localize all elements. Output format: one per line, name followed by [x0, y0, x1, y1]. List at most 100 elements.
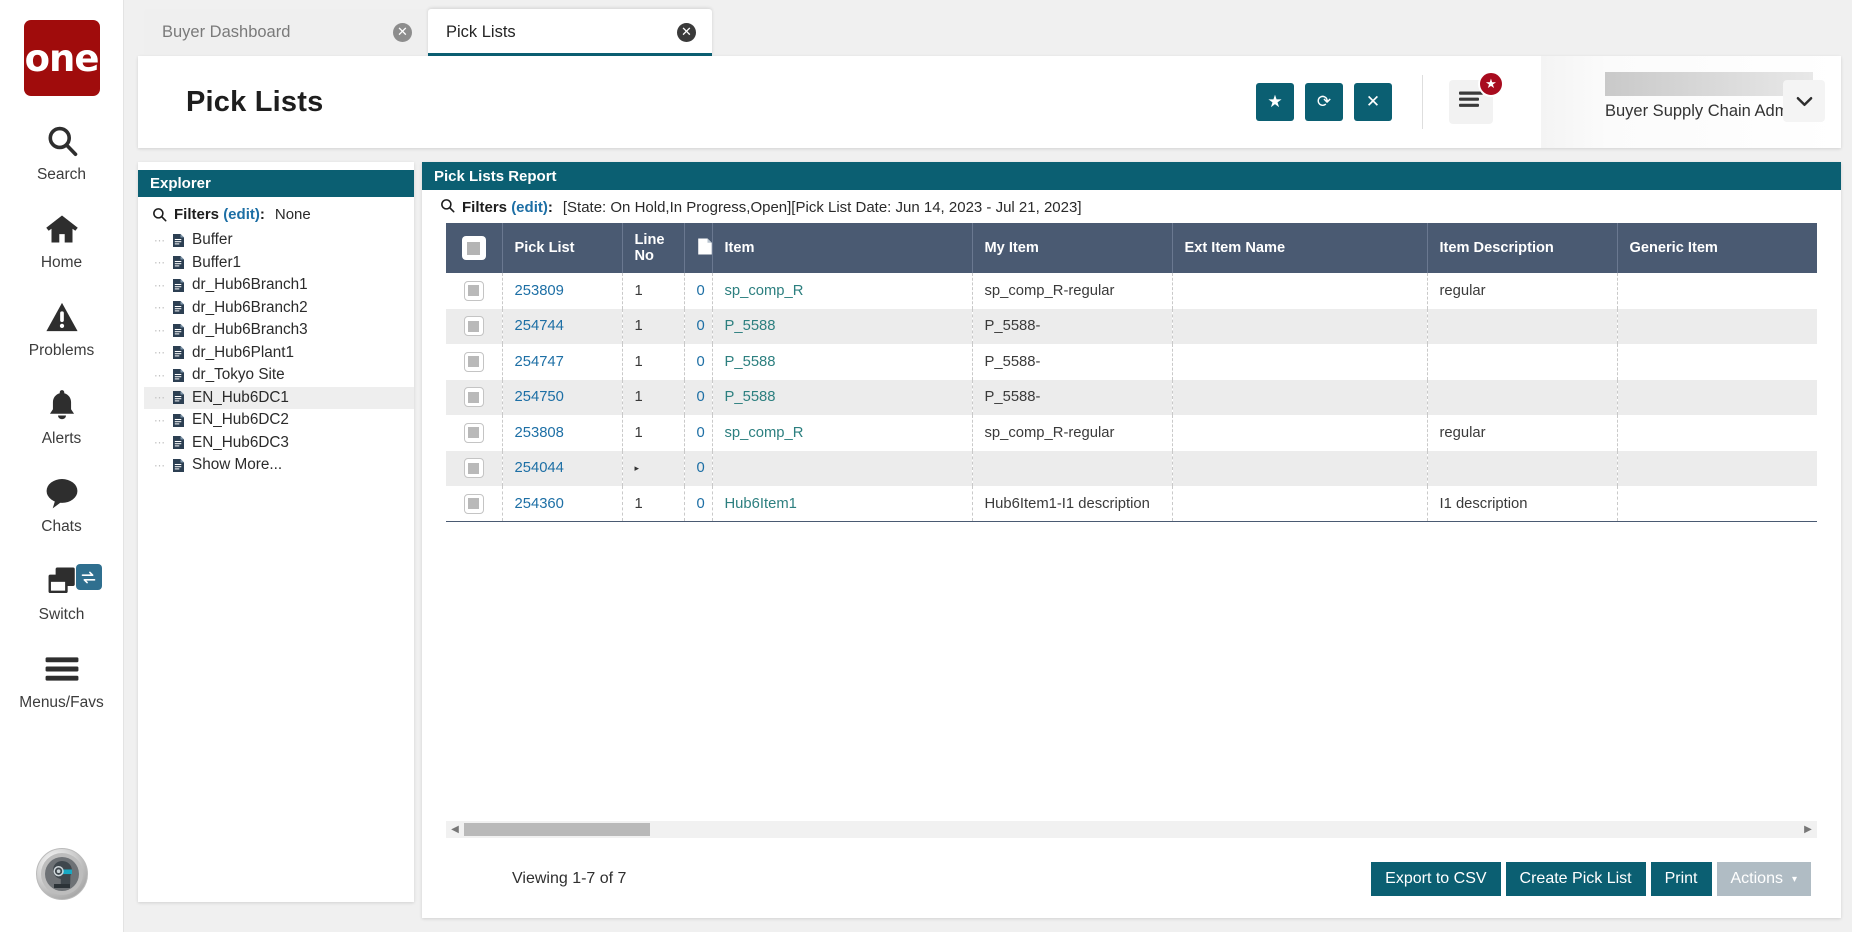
- cell-line-no: 1: [622, 344, 685, 380]
- cell-pick-list[interactable]: 254044: [502, 450, 623, 486]
- column-header-item-description[interactable]: Item Description: [1427, 223, 1618, 273]
- row-select-cell[interactable]: [446, 379, 503, 415]
- sidebar-item-switch[interactable]: Switch: [0, 560, 124, 624]
- cell-doc-count[interactable]: 0: [684, 415, 713, 451]
- explorer-filters-edit-link[interactable]: (edit): [223, 206, 260, 223]
- refresh-button[interactable]: ⟳: [1305, 83, 1343, 121]
- cell-pick-list[interactable]: 254747: [502, 344, 623, 380]
- close-button[interactable]: ✕: [1354, 83, 1392, 121]
- tree-item-dr-hub6branch1[interactable]: ⋯ dr_Hub6Branch1: [144, 274, 414, 297]
- tree-item-buffer1[interactable]: ⋯ Buffer1: [144, 252, 414, 275]
- row-checkbox[interactable]: [463, 280, 484, 301]
- robot-assistant-avatar[interactable]: [35, 848, 88, 900]
- select-all-header[interactable]: [446, 223, 503, 273]
- cell-item[interactable]: Hub6Item1: [712, 486, 973, 522]
- cell-ext-item-name: [1172, 450, 1428, 486]
- column-header-document[interactable]: [684, 223, 713, 273]
- cell-pick-list[interactable]: 254360: [502, 486, 623, 522]
- row-checkbox[interactable]: [463, 351, 484, 372]
- table-row[interactable]: 254747 1 0 P_5588 P_5588-: [446, 344, 1817, 380]
- row-checkbox[interactable]: [463, 316, 484, 337]
- menu-favorites-button[interactable]: ★: [1449, 71, 1504, 124]
- sidebar-item-problems[interactable]: Problems: [0, 296, 124, 360]
- table-row[interactable]: 253808 1 0 sp_comp_R sp_comp_R-regular r…: [446, 415, 1817, 451]
- user-block[interactable]: Buyer Supply Chain Admin: [1541, 56, 1841, 148]
- brand-logo[interactable]: one: [23, 20, 100, 96]
- row-select-cell[interactable]: [446, 415, 503, 451]
- export-to-csv-button[interactable]: Export to CSV: [1371, 862, 1501, 896]
- sidebar-item-switch-label: Switch: [38, 606, 85, 623]
- cell-item[interactable]: P_5588: [712, 308, 973, 344]
- sidebar-item-menus-favs[interactable]: Menus/Favs: [0, 648, 124, 712]
- tab-buyer-dashboard[interactable]: Buyer Dashboard ✕: [144, 9, 428, 56]
- column-header-generic-item[interactable]: Generic Item: [1617, 223, 1817, 273]
- cell-item[interactable]: P_5588: [712, 379, 973, 415]
- sidebar-item-alerts[interactable]: Alerts: [0, 384, 124, 448]
- actions-button[interactable]: Actions ▾: [1716, 862, 1811, 896]
- column-header-my-item[interactable]: My Item: [972, 223, 1173, 273]
- cell-doc-count[interactable]: 0: [684, 379, 713, 415]
- sidebar-item-chats[interactable]: Chats: [0, 472, 124, 536]
- row-checkbox[interactable]: [463, 458, 484, 479]
- swap-arrows-icon[interactable]: [75, 564, 102, 590]
- sidebar-item-home[interactable]: Home: [0, 208, 124, 272]
- scroll-left-arrow[interactable]: ◀: [446, 824, 464, 835]
- create-pick-list-button[interactable]: Create Pick List: [1505, 862, 1646, 896]
- column-header-item[interactable]: Item: [712, 223, 973, 273]
- column-header-pick-list[interactable]: Pick List: [502, 223, 623, 273]
- tree-item-label: EN_Hub6DC2: [192, 411, 289, 429]
- cell-doc-count[interactable]: 0: [684, 486, 713, 522]
- viewing-count-text: Viewing 1-7 of 7: [512, 870, 627, 887]
- report-filters-edit-link[interactable]: (edit): [511, 199, 548, 216]
- row-select-cell[interactable]: [446, 450, 503, 486]
- row-checkbox[interactable]: [463, 493, 484, 514]
- horizontal-scrollbar[interactable]: ◀ ▶: [446, 821, 1817, 838]
- cell-doc-count[interactable]: 0: [684, 308, 713, 344]
- row-select-cell[interactable]: [446, 486, 503, 522]
- row-select-cell[interactable]: [446, 308, 503, 344]
- tree-item-show-more[interactable]: ⋯ Show More...: [144, 454, 414, 477]
- tree-item-dr-hub6branch3[interactable]: ⋯ dr_Hub6Branch3: [144, 319, 414, 342]
- row-checkbox[interactable]: [463, 422, 484, 443]
- favorite-button[interactable]: ★: [1256, 83, 1294, 121]
- tab-pick-lists[interactable]: Pick Lists ✕: [428, 9, 712, 56]
- table-row[interactable]: 253809 1 0 sp_comp_R sp_comp_R-regular r…: [446, 273, 1817, 309]
- column-header-ext-item-name[interactable]: Ext Item Name: [1172, 223, 1428, 273]
- select-all-checkbox[interactable]: [461, 236, 486, 260]
- table-row[interactable]: 254744 1 0 P_5588 P_5588-: [446, 308, 1817, 344]
- table-row[interactable]: 254044 ▸ 0: [446, 450, 1817, 486]
- table-row[interactable]: 254750 1 0 P_5588 P_5588-: [446, 379, 1817, 415]
- close-circle-icon[interactable]: ✕: [677, 23, 696, 42]
- close-circle-icon[interactable]: ✕: [393, 23, 412, 42]
- print-button[interactable]: Print: [1650, 862, 1712, 896]
- tree-item-en-hub6dc2[interactable]: ⋯ EN_Hub6DC2: [144, 409, 414, 432]
- cell-item[interactable]: [712, 450, 973, 486]
- cell-pick-list[interactable]: 254750: [502, 379, 623, 415]
- cell-item[interactable]: sp_comp_R: [712, 415, 973, 451]
- table-row[interactable]: 254360 1 0 Hub6Item1 Hub6Item1-I1 descri…: [446, 486, 1817, 522]
- tree-item-en-hub6dc3[interactable]: ⋯ EN_Hub6DC3: [144, 432, 414, 455]
- cell-pick-list[interactable]: 253808: [502, 415, 623, 451]
- tree-connector: ⋯: [154, 302, 165, 315]
- scroll-right-arrow[interactable]: ▶: [1799, 824, 1817, 835]
- cell-doc-count[interactable]: 0: [684, 344, 713, 380]
- cell-pick-list[interactable]: 253809: [502, 273, 623, 309]
- chevron-down-icon[interactable]: [1783, 80, 1825, 122]
- tree-item-dr-hub6plant1[interactable]: ⋯ dr_Hub6Plant1: [144, 342, 414, 365]
- tree-item-en-hub6dc1[interactable]: ⋯ EN_Hub6DC1: [144, 386, 414, 409]
- cell-pick-list[interactable]: 254744: [502, 308, 623, 344]
- tree-item-dr-tokyo-site[interactable]: ⋯ dr_Tokyo Site: [144, 364, 414, 387]
- row-select-cell[interactable]: [446, 273, 503, 309]
- tree-item-dr-hub6branch2[interactable]: ⋯ dr_Hub6Branch2: [144, 297, 414, 320]
- scrollbar-thumb[interactable]: [464, 823, 650, 836]
- left-navigation-rail: one Search Home Problems Alerts Chats Sw…: [0, 0, 124, 932]
- cell-doc-count[interactable]: 0: [684, 273, 713, 309]
- row-checkbox[interactable]: [463, 387, 484, 408]
- column-header-line-no[interactable]: Line No: [622, 223, 685, 273]
- cell-doc-count[interactable]: 0: [684, 450, 713, 486]
- cell-item[interactable]: P_5588: [712, 344, 973, 380]
- sidebar-item-search[interactable]: Search: [0, 120, 124, 184]
- cell-item[interactable]: sp_comp_R: [712, 273, 973, 309]
- row-select-cell[interactable]: [446, 344, 503, 380]
- tree-item-buffer[interactable]: ⋯ Buffer: [144, 229, 414, 252]
